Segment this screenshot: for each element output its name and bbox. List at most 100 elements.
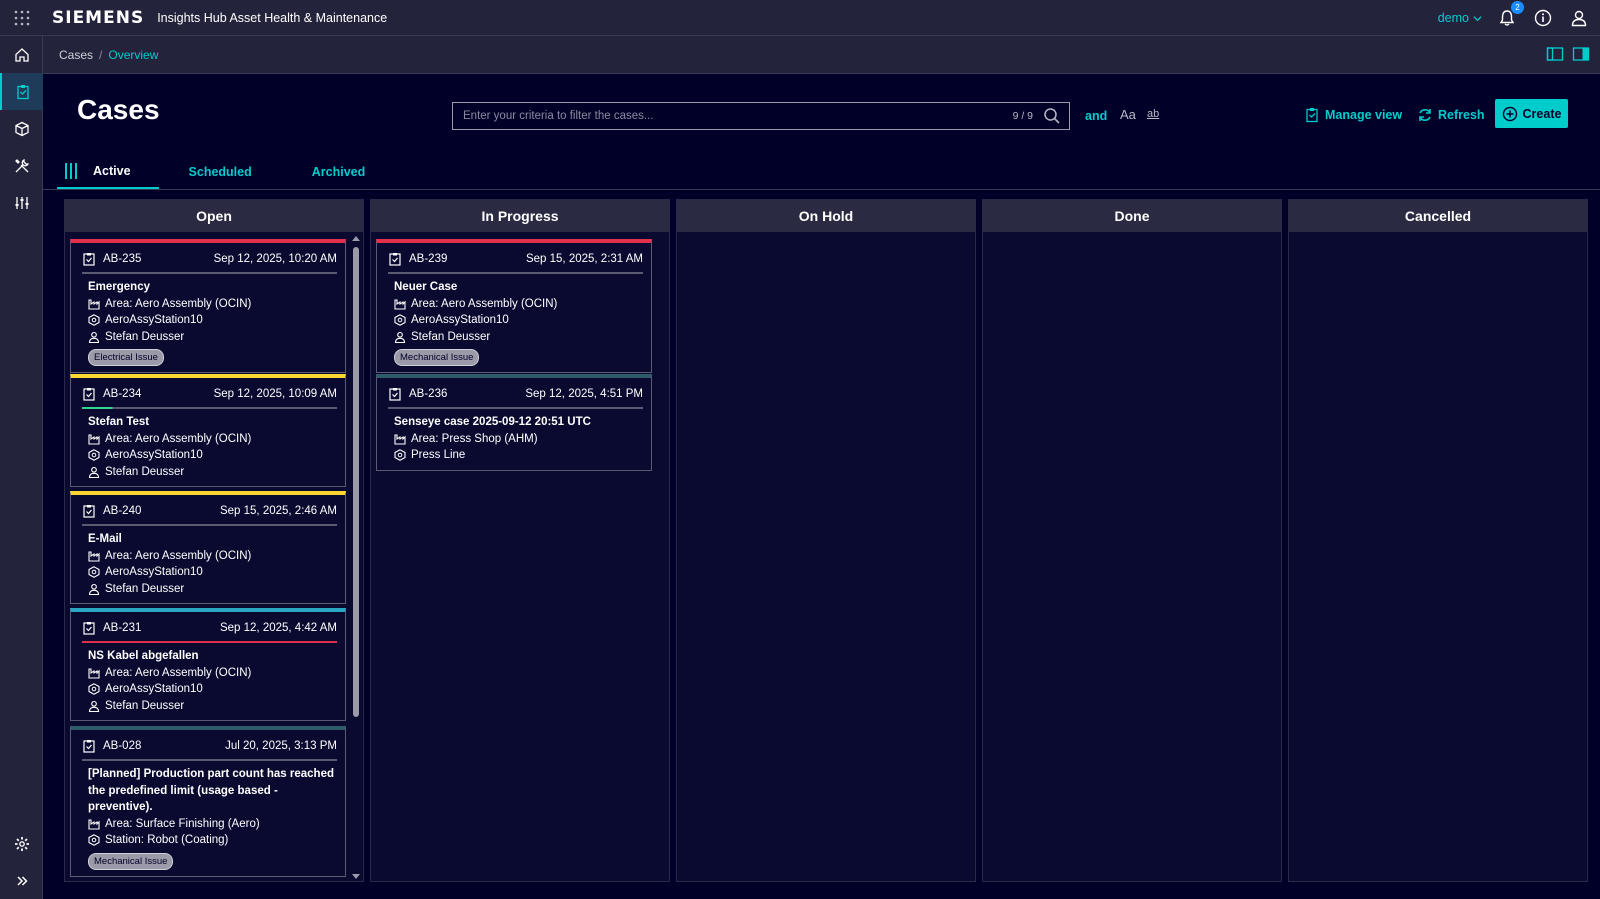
case-title: Senseye case 2025-09-12 20:51 UTC [394, 416, 591, 428]
case-id[interactable]: AB-239 [409, 253, 526, 265]
nav-configuration[interactable] [0, 184, 43, 221]
filter-and-toggle[interactable]: and [1085, 109, 1107, 123]
column-header: On Hold [677, 200, 975, 232]
tab-archived[interactable]: Archived [282, 155, 396, 189]
asset-icon [88, 314, 100, 327]
manage-view-button[interactable]: Manage view [1304, 102, 1402, 128]
nav-settings[interactable] [0, 825, 43, 862]
case-date: Sep 15, 2025, 2:46 AM [219, 505, 337, 517]
card-divider [388, 407, 643, 409]
scroll-up-icon[interactable] [352, 235, 360, 243]
case-id[interactable]: AB-235 [103, 253, 214, 265]
case-date: Sep 12, 2025, 4:42 AM [219, 622, 337, 634]
case-card[interactable]: AB-240 Sep 15, 2025, 2:46 AM E-Mail Area: A… [70, 491, 346, 604]
top-bar: SIEMENS Insights Hub Asset Health & Main… [0, 0, 1600, 36]
case-card[interactable]: AB-236 Sep 12, 2025, 4:51 PM Senseye case … [376, 374, 652, 471]
filter-box: 9 / 9 [452, 102, 1070, 130]
case-card[interactable]: AB-235 Sep 12, 2025, 10:20 AM Emergency Are… [70, 239, 346, 373]
match-case-toggle[interactable]: Aa [1120, 107, 1136, 122]
case-area: Area: Aero Assembly (OCIN) [88, 665, 337, 682]
card-header: AB-028 Jul 20, 2025, 3:13 PM [82, 737, 337, 755]
filter-search-button[interactable] [1043, 107, 1061, 130]
column-done: Done [982, 199, 1282, 882]
case-icon [389, 253, 401, 266]
notification-badge: 2 [1511, 1, 1524, 14]
case-card[interactable]: AB-028 Jul 20, 2025, 3:13 PM [Planned] Pro… [70, 726, 346, 877]
create-button[interactable]: Create [1495, 99, 1568, 128]
info-button[interactable] [1532, 7, 1554, 29]
refresh-button[interactable]: Refresh [1417, 102, 1485, 128]
scroll-down-icon[interactable] [352, 872, 360, 880]
column-on-hold: On Hold [676, 199, 976, 882]
asset-icon [88, 834, 100, 847]
case-id[interactable]: AB-240 [103, 505, 220, 517]
case-id[interactable]: AB-234 [103, 388, 214, 400]
scroll-thumb[interactable] [353, 247, 359, 717]
asset-icon [88, 449, 100, 462]
nav-cases[interactable] [0, 73, 43, 110]
column-header: Done [983, 200, 1281, 232]
column-cancelled: Cancelled [1288, 199, 1588, 882]
factory-icon [394, 434, 406, 445]
app-switcher-button[interactable] [0, 0, 44, 36]
case-area: Area: Aero Assembly (OCIN) [88, 431, 337, 448]
tools-icon [14, 158, 29, 172]
case-asset: AeroAssyStation10 [88, 564, 337, 581]
case-card[interactable]: AB-231 Sep 12, 2025, 4:42 AM NS Kabel abge… [70, 608, 346, 721]
filter-input[interactable] [463, 110, 983, 122]
breadcrumb: Cases / Overview [43, 36, 1600, 74]
match-word-toggle[interactable]: ab [1147, 108, 1159, 120]
case-id[interactable]: AB-231 [103, 622, 220, 634]
tabs-divider [43, 189, 1600, 190]
case-date: Sep 12, 2025, 4:51 PM [525, 388, 643, 400]
column-open: Open AB-235 Sep 12, 2025, 10:20 AM Emergen… [64, 199, 364, 882]
case-assignee: Stefan Deusser [394, 329, 643, 346]
case-assignee: Stefan Deusser [88, 329, 337, 346]
search-icon [1044, 108, 1060, 124]
card-divider [388, 272, 643, 274]
breadcrumb-overview[interactable]: Overview [108, 48, 158, 62]
case-card[interactable]: AB-234 Sep 12, 2025, 10:09 AM Stefan Test A… [70, 374, 346, 487]
expand-nav-button[interactable] [0, 862, 43, 899]
brand-logo: SIEMENS [52, 7, 145, 28]
notifications-button[interactable]: 2 [1496, 1, 1524, 29]
info-icon [1534, 9, 1552, 27]
tab-active[interactable]: Active [57, 155, 159, 189]
clipboard-icon [1306, 108, 1318, 123]
user-menu[interactable]: demo [1438, 11, 1482, 25]
filter-result-count: 9 / 9 [1012, 110, 1033, 122]
asset-icon [88, 683, 100, 696]
manage-view-label: Manage view [1325, 108, 1403, 122]
nav-home[interactable] [0, 36, 43, 73]
case-title: E-Mail [88, 533, 122, 545]
issue-tag: Mechanical Issue [88, 852, 174, 870]
case-area: Area: Aero Assembly (OCIN) [88, 296, 337, 313]
breadcrumb-separator: / [99, 47, 103, 62]
case-id[interactable]: AB-236 [409, 388, 525, 400]
double-chevron-right-icon [16, 875, 28, 886]
scrollbar[interactable] [351, 235, 361, 880]
case-asset: Station: Robot (Coating) [88, 832, 337, 849]
breadcrumb-cases[interactable]: Cases [59, 48, 93, 62]
case-card[interactable]: AB-239 Sep 15, 2025, 2:31 AM Neuer Case Are… [376, 239, 652, 373]
card-divider [82, 407, 337, 409]
card-header: AB-234 Sep 12, 2025, 10:09 AM [82, 385, 337, 403]
case-asset: AeroAssyStation10 [88, 681, 337, 698]
card-divider [82, 759, 337, 761]
nav-assets[interactable] [0, 110, 43, 147]
case-area: Area: Press Shop (AHM) [394, 431, 643, 448]
user-profile-button[interactable] [1568, 7, 1590, 29]
case-id[interactable]: AB-028 [103, 740, 225, 752]
case-date: Sep 12, 2025, 10:20 AM [213, 253, 337, 265]
column-header: Open [65, 200, 363, 232]
tab-scheduled[interactable]: Scheduled [159, 155, 282, 189]
right-panel-icon[interactable] [1572, 45, 1590, 63]
case-asset: Press Line [394, 447, 643, 464]
nav-maintenance[interactable] [0, 147, 43, 184]
sliders-icon [15, 196, 28, 209]
case-date: Jul 20, 2025, 3:13 PM [225, 740, 337, 752]
tab-scheduled-label: Scheduled [188, 165, 252, 179]
cube-icon [14, 121, 29, 136]
left-panel-icon[interactable] [1546, 45, 1564, 63]
case-title: Neuer Case [394, 281, 458, 293]
